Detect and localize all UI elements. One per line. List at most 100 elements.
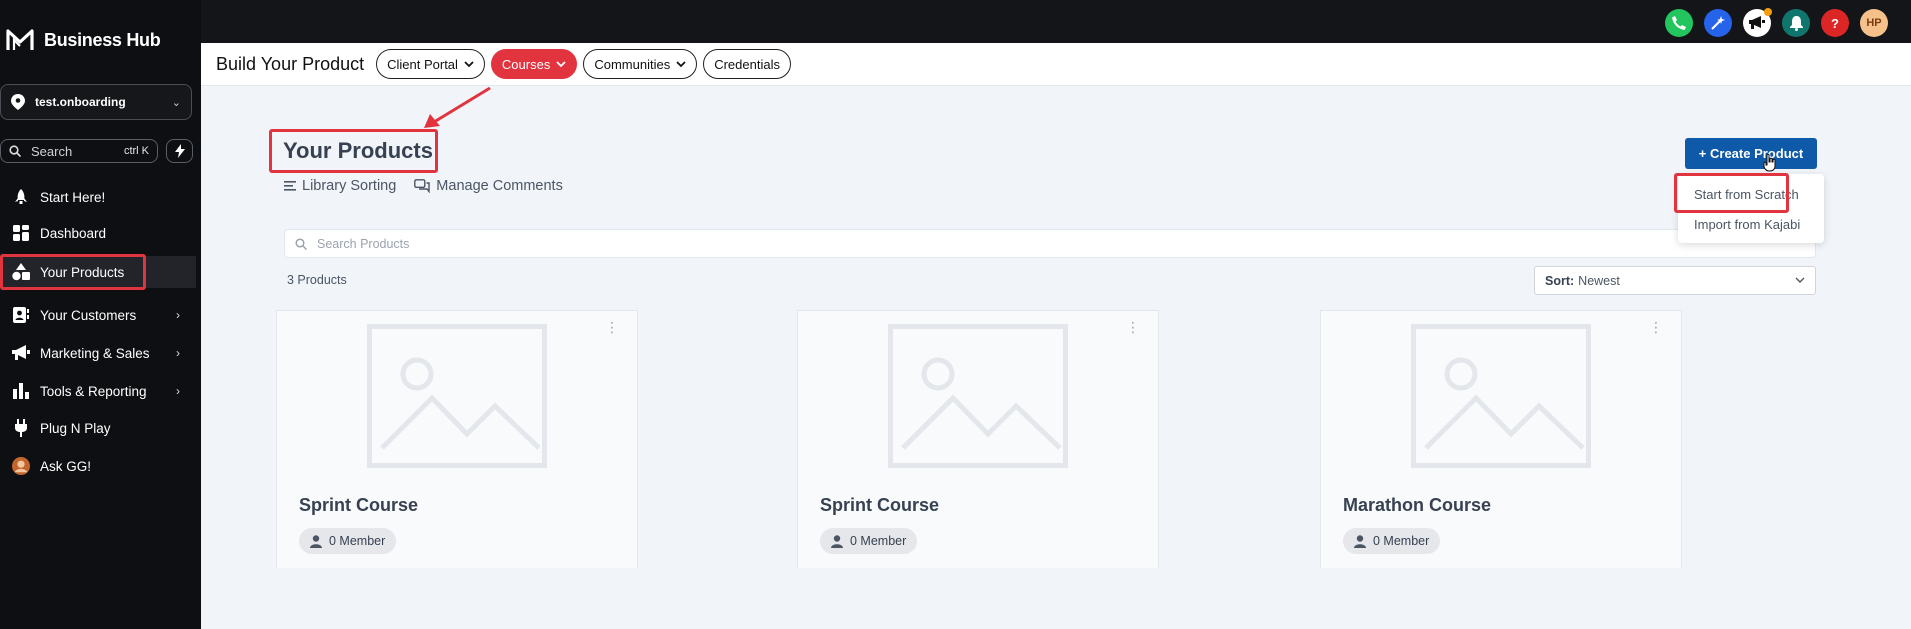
library-sorting-label: Library Sorting (302, 178, 397, 194)
product-count: 3 Products (287, 273, 347, 287)
sidebar-search[interactable]: Search ctrl K (0, 139, 158, 163)
chevron-down-icon (1795, 277, 1805, 283)
dashboard-icon (12, 224, 30, 242)
kebab-menu-icon[interactable]: ⋮ (1126, 319, 1140, 336)
search-products-placeholder: Search Products (317, 236, 410, 251)
plug-icon (12, 419, 30, 437)
sort-select[interactable]: Sort: Newest (1534, 266, 1816, 295)
user-icon (1354, 534, 1366, 548)
sort-label: Sort: (1545, 273, 1575, 288)
location-switcher[interactable]: test.onboarding ⌄ (0, 84, 192, 120)
product-card[interactable]: ⋮ Marathon Course 0 Member (1320, 310, 1682, 568)
sidebar-item-your-customers[interactable]: Your Customers › (0, 299, 196, 331)
hand-cursor-icon (1763, 154, 1776, 172)
menu-item-label: Start from Scratch (1694, 187, 1799, 202)
menu-item-import-from-kajabi[interactable]: Import from Kajabi (1678, 210, 1824, 239)
lightning-icon (174, 144, 185, 158)
create-product-menu: Start from Scratch Import from Kajabi (1678, 174, 1824, 243)
contacts-icon (12, 306, 30, 324)
chevron-down-icon (676, 60, 686, 67)
chevron-down-icon (556, 60, 566, 67)
tab-label: Communities (594, 56, 671, 72)
sidebar-item-your-products[interactable]: Your Products (0, 256, 196, 288)
image-placeholder-icon (1411, 324, 1591, 468)
sidebar-item-start-here[interactable]: Start Here! (0, 181, 196, 213)
avatar-icon (12, 457, 30, 475)
announcements-icon[interactable] (1743, 8, 1772, 37)
sidebar-item-label: Marketing & Sales (40, 345, 150, 361)
sparkle-icon[interactable] (1704, 9, 1732, 37)
phone-icon[interactable] (1665, 9, 1693, 37)
product-card[interactable]: ⋮ Sprint Course 0 Member (276, 310, 638, 568)
product-card[interactable]: ⋮ Sprint Course 0 Member (797, 310, 1159, 568)
notification-dot (1764, 8, 1772, 16)
manage-comments-label: Manage Comments (436, 178, 563, 194)
sidebar-item-label: Your Customers (40, 307, 137, 323)
manage-comments-link[interactable]: Manage Comments (414, 178, 563, 194)
sidebar-item-label: Plug N Play (40, 420, 111, 436)
brand-logo-icon (6, 29, 34, 50)
chevron-down-icon: ⌄ (171, 96, 181, 109)
sort-value: Newest (1578, 273, 1620, 288)
menu-item-label: Import from Kajabi (1694, 217, 1801, 232)
library-sorting-link[interactable]: Library Sorting (284, 178, 396, 194)
tab-client-portal[interactable]: Client Portal (376, 49, 485, 79)
sidebar-item-label: Your Products (40, 264, 125, 280)
sidebar-item-tools-reporting[interactable]: Tools & Reporting › (0, 375, 196, 407)
menu-item-start-from-scratch[interactable]: Start from Scratch (1678, 180, 1824, 209)
member-count-badge: 0 Member (820, 528, 918, 554)
user-avatar[interactable]: HP (1860, 9, 1888, 37)
tab-communities[interactable]: Communities (583, 49, 698, 79)
search-shortcut: ctrl K (123, 145, 149, 157)
create-product-label: + Create Product (1698, 146, 1804, 161)
search-products-input[interactable]: Search Products (284, 229, 1816, 258)
product-title: Marathon Course (1343, 495, 1492, 515)
tab-label: Courses (501, 56, 551, 72)
megaphone-icon (12, 344, 30, 362)
sidebar-item-label: Start Here! (40, 189, 106, 205)
quick-actions-button[interactable] (166, 139, 193, 163)
rocket-icon (12, 188, 30, 206)
tab-courses[interactable]: Courses (490, 49, 578, 79)
sidebar-item-marketing-sales[interactable]: Marketing & Sales › (0, 337, 196, 369)
chevron-right-icon: › (176, 384, 180, 398)
annotation-arrow (424, 86, 491, 128)
member-count: 0 Member (329, 534, 386, 548)
create-product-button[interactable]: + Create Product (1685, 138, 1817, 169)
chevron-right-icon: › (176, 346, 180, 360)
location-name: test.onboarding (35, 95, 126, 109)
tab-label: Client Portal (387, 56, 458, 72)
member-count-badge: 0 Member (1343, 528, 1441, 554)
list-icon (284, 181, 296, 191)
user-icon (310, 534, 322, 548)
bell-icon[interactable] (1782, 9, 1810, 37)
product-links: Library Sorting Manage Comments (284, 178, 563, 194)
tab-label: Credentials (714, 56, 780, 72)
search-icon (295, 237, 307, 250)
sidebar-item-plug-n-play[interactable]: Plug N Play (0, 412, 196, 444)
tab-credentials[interactable]: Credentials (703, 49, 791, 79)
search-icon (9, 145, 21, 157)
sidebar-item-label: Tools & Reporting (40, 383, 147, 399)
product-title: Sprint Course (299, 495, 419, 515)
sidebar-item-label: Dashboard (40, 225, 107, 241)
shapes-icon (12, 263, 30, 281)
user-icon (831, 534, 843, 548)
kebab-menu-icon[interactable]: ⋮ (1649, 319, 1663, 336)
topbar: ? HP (201, 0, 1911, 43)
page-title: Your Products (283, 138, 433, 163)
chevron-right-icon: › (176, 308, 180, 322)
brand-name: Business Hub (44, 29, 161, 50)
brand[interactable]: Business Hub (6, 26, 161, 54)
product-title: Sprint Course (820, 495, 940, 515)
kebab-menu-icon[interactable]: ⋮ (605, 319, 619, 336)
sidebar-item-label: Ask GG! (40, 458, 92, 474)
image-placeholder-icon (888, 324, 1068, 468)
section-title: Build Your Product (216, 53, 365, 74)
sidebar-item-dashboard[interactable]: Dashboard (0, 217, 196, 249)
help-icon[interactable]: ? (1821, 9, 1849, 37)
sidebar: Business Hub test.onboarding ⌄ Search ct… (0, 0, 201, 629)
member-count: 0 Member (1373, 534, 1430, 548)
sidebar-item-ask-gg[interactable]: Ask GG! (0, 450, 196, 482)
comments-icon (414, 179, 430, 193)
